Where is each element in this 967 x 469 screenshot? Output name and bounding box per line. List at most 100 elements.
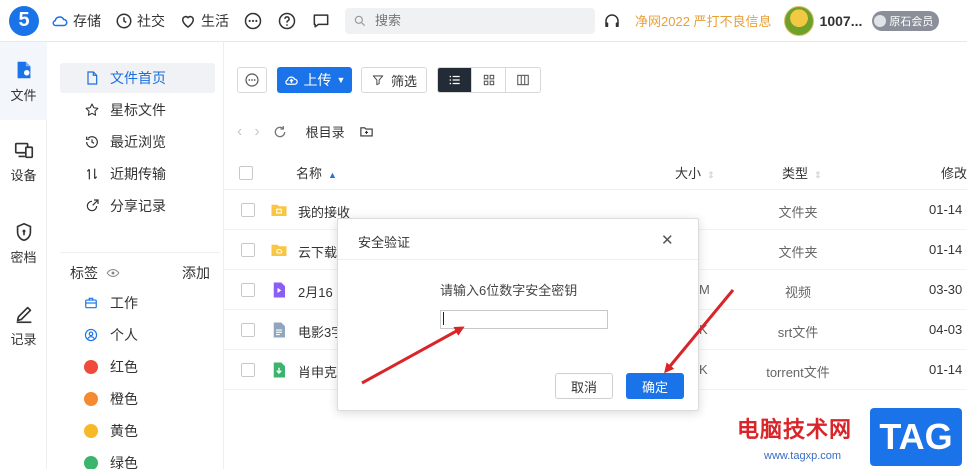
tag-item-orange[interactable]: 橙色 (84, 389, 138, 409)
refresh-icon[interactable] (272, 124, 288, 140)
pen-icon (16, 306, 31, 323)
columns-icon (517, 74, 529, 86)
dialog-title: 安全验证 (358, 235, 411, 250)
file-type: srt文件 (777, 325, 819, 340)
sidebar-divider (60, 252, 220, 253)
upload-button[interactable]: 上传 ▼ (277, 67, 352, 93)
eye-icon[interactable] (106, 266, 120, 280)
filter-button[interactable]: 筛选 (361, 67, 427, 93)
vip-toggle-icon (874, 14, 887, 27)
top-bar: 5 存储 社交 生活 净网2022 严打不良信息 1007... 原石会 (0, 0, 967, 42)
sidebar-item-share[interactable]: 分享记录 (60, 191, 215, 221)
file-size: K (699, 322, 708, 337)
vip-badge[interactable]: 原石会员 (872, 10, 940, 31)
tags-header: 标签 添加 (70, 263, 210, 283)
headset-icon[interactable] (603, 12, 621, 30)
nav-life[interactable]: 生活 (179, 11, 229, 31)
tag-item-green[interactable]: 绿色 (84, 453, 138, 469)
rail-item-devices[interactable]: 设备 (0, 120, 47, 202)
heart-icon (181, 15, 195, 28)
security-dialog: 安全验证 ✕ 请输入6位数字安全密钥 取消 确定 (337, 218, 699, 411)
forward-arrow-icon[interactable]: › (254, 123, 259, 141)
sidebar-item-home[interactable]: 文件首页 (60, 63, 215, 93)
upload-label: 上传 (303, 72, 332, 88)
sidebar: 文件首页 星标文件 最近浏览 近期传输 分享记录 标签 添加 工作 个人 红色 … (47, 42, 224, 469)
toolbar: 上传 ▼ 筛选 (237, 67, 541, 93)
file-size: M (699, 282, 710, 297)
srt-icon (273, 322, 285, 338)
file-icon (17, 61, 30, 78)
star-icon (85, 103, 99, 116)
avatar[interactable] (783, 5, 814, 36)
file-modified: 01-14 (929, 362, 963, 377)
security-key-input[interactable] (440, 310, 608, 329)
nav-storage[interactable]: 存储 (51, 11, 101, 31)
tag-item-work[interactable]: 工作 (84, 293, 138, 313)
dialog-divider (338, 259, 698, 260)
grid-view-button[interactable] (472, 68, 506, 92)
more-icon (244, 12, 262, 29)
rail-item-vault[interactable]: 密档 (0, 202, 47, 284)
username[interactable]: 1007... (820, 13, 863, 29)
select-all-checkbox[interactable] (239, 166, 253, 180)
search-box[interactable] (345, 7, 595, 34)
slogan-link[interactable]: 净网2022 严打不良信息 (635, 11, 772, 30)
left-rail: 文件 设备 密档 记录 (0, 42, 47, 469)
grid-icon (483, 74, 494, 86)
sort-icon: ⇕ (814, 170, 822, 180)
top-nav: 存储 社交 生活 (51, 11, 345, 31)
column-view-button[interactable] (506, 68, 540, 92)
row-checkbox[interactable] (241, 203, 255, 217)
dialog-prompt: 请输入6位数字安全密钥 (440, 283, 578, 298)
sidebar-item-starred[interactable]: 星标文件 (60, 95, 215, 125)
row-checkbox[interactable] (241, 243, 255, 257)
tags-add-button[interactable]: 添加 (182, 263, 210, 283)
rail-item-files[interactable]: 文件 (0, 42, 47, 120)
row-checkbox[interactable] (241, 283, 255, 297)
file-name[interactable]: 肖申克 (298, 362, 337, 381)
file-name[interactable]: 2月16 (298, 282, 333, 301)
back-arrow-icon[interactable]: ‹ (237, 123, 242, 141)
sidebar-item-transfer[interactable]: 近期传输 (60, 159, 215, 189)
cancel-button[interactable]: 取消 (555, 373, 613, 399)
column-header-type[interactable]: 类型 ⇕ (782, 163, 822, 182)
nav-social[interactable]: 社交 (115, 11, 165, 31)
sidebar-item-recent[interactable]: 最近浏览 (60, 127, 215, 157)
column-header-size[interactable]: 大小 ⇕ (675, 163, 715, 182)
rail-item-devices-label: 设备 (10, 167, 37, 183)
file-name[interactable]: 云下载 (298, 242, 337, 261)
caret-down-icon: ▼ (336, 75, 346, 85)
app-logo[interactable]: 5 (9, 5, 39, 36)
toolbar-more-button[interactable] (237, 67, 267, 93)
folder-icon (271, 204, 287, 216)
rail-item-records[interactable]: 记录 (0, 284, 47, 366)
more-button[interactable] (243, 11, 263, 31)
sidebar-item-label: 分享记录 (110, 198, 166, 214)
close-icon[interactable]: ✕ (661, 231, 674, 249)
help-button[interactable] (277, 11, 297, 31)
tag-item-yellow[interactable]: 黄色 (84, 421, 138, 441)
confirm-button[interactable]: 确定 (626, 373, 684, 399)
tags-title: 标签 (70, 265, 98, 281)
breadcrumb: ‹ › 根目录 (237, 122, 374, 141)
row-checkbox[interactable] (241, 323, 255, 337)
person-icon (84, 328, 98, 342)
tag-item-personal[interactable]: 个人 (84, 325, 138, 345)
tag-label: 绿色 (110, 455, 138, 469)
column-header-name[interactable]: 名称 ▲ (296, 163, 337, 182)
tag-item-red[interactable]: 红色 (84, 357, 138, 377)
row-checkbox[interactable] (241, 363, 255, 377)
file-size: K (699, 362, 708, 377)
watermark-url: www.tagxp.com (764, 450, 842, 462)
clock-icon (116, 13, 132, 28)
sidebar-item-label: 星标文件 (110, 102, 166, 118)
torrent-icon (273, 362, 285, 378)
vip-label: 原石会员 (889, 15, 934, 28)
column-header-modified[interactable]: 修改 (941, 163, 967, 182)
list-view-button[interactable] (438, 68, 472, 92)
breadcrumb-root[interactable]: 根目录 (306, 122, 345, 141)
search-input[interactable] (375, 13, 575, 28)
history-icon (86, 136, 98, 148)
new-folder-icon[interactable] (359, 124, 374, 139)
message-button[interactable] (311, 11, 331, 31)
